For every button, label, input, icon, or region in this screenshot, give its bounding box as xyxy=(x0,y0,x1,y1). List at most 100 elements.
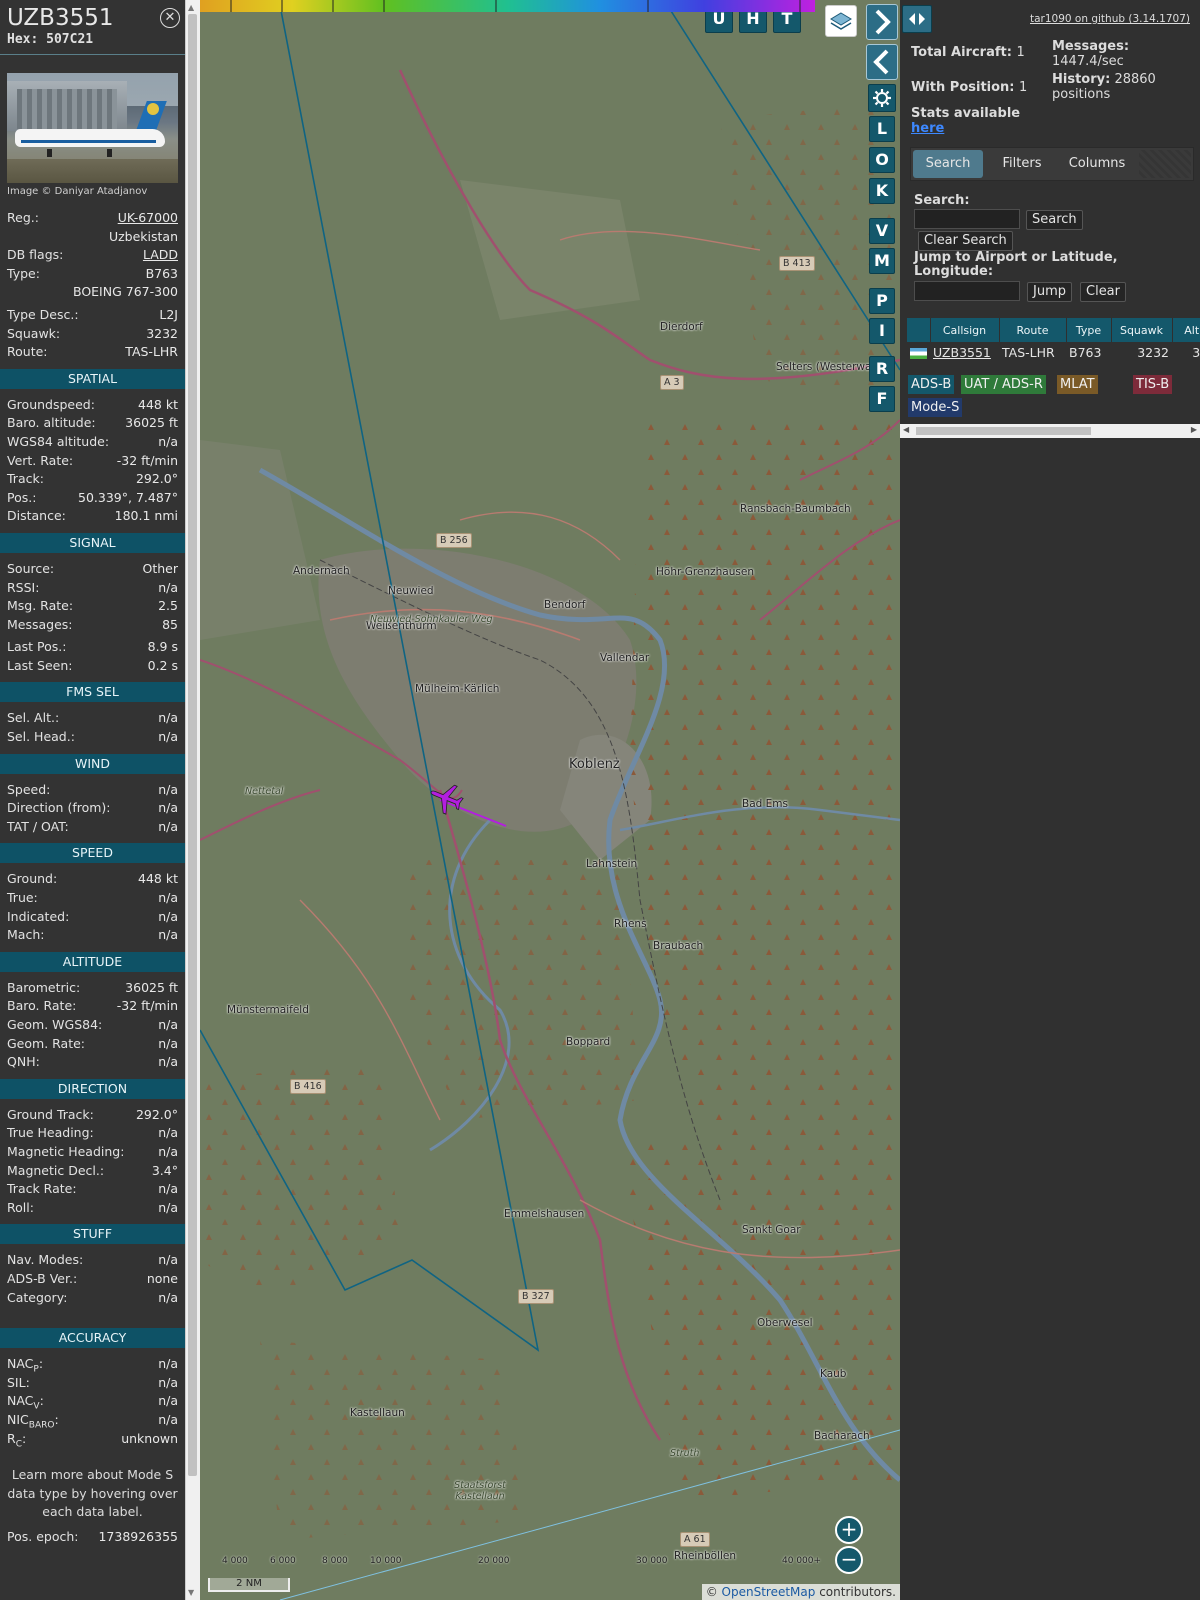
jump-input[interactable] xyxy=(914,281,1020,301)
info-scroll-thumb[interactable] xyxy=(188,14,197,1476)
stats-here-link[interactable]: here xyxy=(911,121,944,136)
place-label-neuwied: Neuwied xyxy=(388,585,434,597)
info-label[interactable]: Direction (from): xyxy=(7,799,111,818)
info-value: 50.339°, 7.487° xyxy=(78,489,178,505)
info-row-true-heading: True Heading: n/a xyxy=(0,1124,185,1143)
info-label[interactable]: Distance: xyxy=(7,507,66,526)
info-scrollbar[interactable]: ▲ ▼ xyxy=(185,0,200,1600)
expand-panel-button[interactable] xyxy=(866,4,898,40)
info-label[interactable]: Last Seen: xyxy=(7,657,72,676)
table-cell-callsign[interactable]: UZB3551 xyxy=(930,342,999,362)
info-label[interactable]: Messages: xyxy=(7,616,73,635)
info-label[interactable]: Msg. Rate: xyxy=(7,597,73,616)
aircraft-marker[interactable] xyxy=(428,780,464,816)
info-label[interactable]: Ground: xyxy=(7,870,57,889)
info-row-sel-alt: Sel. Alt.: n/a xyxy=(0,709,185,728)
table-horizontal-scrollbar[interactable]: ◀ ▶ xyxy=(900,424,1200,438)
table-header-route[interactable]: Route xyxy=(999,318,1067,342)
map-button-o[interactable]: O xyxy=(869,147,895,173)
info-label[interactable]: Indicated: xyxy=(7,908,69,927)
map-button-f[interactable]: F xyxy=(869,386,895,412)
info-label[interactable]: Last Pos.: xyxy=(7,638,66,657)
detail-row: BOEING 767-300 xyxy=(0,283,185,302)
info-label[interactable]: Roll: xyxy=(7,1199,34,1218)
place-label-ransbach-baumbach: Ransbach-Baumbach xyxy=(740,503,851,515)
collapse-panel-button[interactable] xyxy=(866,44,898,80)
clear-search-button[interactable]: Clear Search xyxy=(918,231,1013,251)
info-label[interactable]: TAT / OAT: xyxy=(7,818,69,837)
info-label[interactable]: RSSI: xyxy=(7,579,39,598)
aircraft-info-panel: UZB3551 Hex: 507C21 ✕ Image © Daniyar At… xyxy=(0,0,185,1600)
info-label[interactable]: SIL: xyxy=(7,1374,30,1393)
layers-button[interactable] xyxy=(825,5,857,37)
tab-filters[interactable]: Filters xyxy=(989,150,1055,178)
info-label[interactable]: Groundspeed: xyxy=(7,396,95,415)
clear-jump-button[interactable]: Clear xyxy=(1080,282,1126,302)
table-header-squawk[interactable]: Squawk xyxy=(1111,318,1173,342)
info-label[interactable]: Geom. Rate: xyxy=(7,1035,85,1054)
info-label[interactable]: Magnetic Heading: xyxy=(7,1143,124,1162)
zoom-out-button[interactable]: − xyxy=(835,1546,863,1574)
info-label[interactable]: True: xyxy=(7,889,38,908)
info-label[interactable]: RC: xyxy=(7,1430,26,1450)
info-label[interactable]: Geom. WGS84: xyxy=(7,1016,102,1035)
table-row[interactable]: UZB3551TAS-LHR B763 3232 36025 xyxy=(907,342,1200,362)
info-value: n/a xyxy=(158,1181,178,1197)
info-label[interactable]: Mach: xyxy=(7,926,44,945)
map-canvas[interactable] xyxy=(200,0,900,1600)
settings-button[interactable] xyxy=(868,84,896,112)
info-label[interactable]: NICBARO: xyxy=(7,1411,59,1431)
info-label[interactable]: Vert. Rate: xyxy=(7,452,73,471)
detail-link[interactable]: LADD xyxy=(143,246,178,265)
info-label[interactable]: Speed: xyxy=(7,781,50,800)
osm-link[interactable]: OpenStreetMap xyxy=(722,1585,816,1599)
info-label[interactable]: QNH: xyxy=(7,1053,40,1072)
info-label[interactable]: Barometric: xyxy=(7,979,80,998)
info-row-qnh: QNH: n/a xyxy=(0,1053,185,1072)
tab-search[interactable]: Search xyxy=(913,150,983,178)
map-button-m[interactable]: M xyxy=(869,248,895,274)
aircraft-photo[interactable] xyxy=(7,73,178,183)
total-aircraft-label: Total Aircraft: xyxy=(911,45,1012,60)
map-view[interactable]: Andernach Neuwied Weißenthurm Bendorf Vallen… xyxy=(200,0,900,1600)
info-label[interactable]: WGS84 altitude: xyxy=(7,433,109,452)
jump-button[interactable]: Jump xyxy=(1027,282,1072,302)
map-button-i[interactable]: I xyxy=(869,318,895,344)
info-label[interactable]: Baro. altitude: xyxy=(7,414,96,433)
table-scroll-thumb[interactable] xyxy=(916,427,1091,435)
info-value: n/a xyxy=(158,1143,178,1159)
info-label[interactable]: Sel. Head.: xyxy=(7,728,75,747)
info-label[interactable]: Magnetic Decl.: xyxy=(7,1162,104,1181)
detail-link[interactable]: UK-67000 xyxy=(118,209,178,228)
info-label[interactable]: True Heading: xyxy=(7,1124,94,1143)
search-input[interactable] xyxy=(914,209,1020,229)
tab-columns[interactable]: Columns xyxy=(1057,150,1137,178)
info-label[interactable]: NACP: xyxy=(7,1355,43,1375)
info-label[interactable]: Category: xyxy=(7,1289,67,1308)
info-label[interactable]: Pos.: xyxy=(7,489,36,508)
info-label[interactable]: Track Rate: xyxy=(7,1180,77,1199)
info-label[interactable]: ADS-B Ver.: xyxy=(7,1270,77,1289)
search-button[interactable]: Search xyxy=(1026,210,1083,230)
toggle-sidebar-button[interactable] xyxy=(902,5,932,33)
map-button-l[interactable]: L xyxy=(869,116,895,142)
map-button-r[interactable]: R xyxy=(869,356,895,382)
info-value: 448 kt xyxy=(138,871,178,887)
table-header-type[interactable]: Type xyxy=(1066,318,1112,342)
map-button-k[interactable]: K xyxy=(869,178,895,204)
table-header-alt-ft[interactable]: Alt. (ft) xyxy=(1172,318,1200,342)
info-label[interactable]: Nav. Modes: xyxy=(7,1251,83,1270)
map-button-p[interactable]: P xyxy=(869,288,895,314)
github-link[interactable]: tar1090 on github (3.14.1707) xyxy=(1030,13,1190,25)
info-label[interactable]: Baro. Rate: xyxy=(7,997,76,1016)
info-label[interactable]: Ground Track: xyxy=(7,1106,94,1125)
info-label[interactable]: Sel. Alt.: xyxy=(7,709,59,728)
close-icon[interactable]: ✕ xyxy=(160,8,180,28)
info-value: 8.9 s xyxy=(147,639,178,655)
map-button-v[interactable]: V xyxy=(869,218,895,244)
info-label[interactable]: Source: xyxy=(7,560,54,579)
info-label[interactable]: Track: xyxy=(7,470,44,489)
table-header-callsign[interactable]: Callsign xyxy=(930,318,1000,342)
info-label[interactable]: NACV: xyxy=(7,1392,44,1412)
zoom-in-button[interactable]: + xyxy=(835,1516,863,1544)
